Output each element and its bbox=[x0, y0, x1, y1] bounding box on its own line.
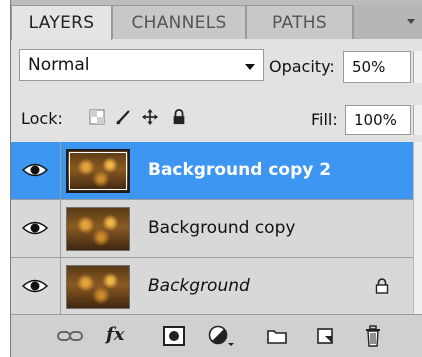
layers-list: Background copy 2 Background copy Backgr… bbox=[11, 142, 422, 316]
eye-icon bbox=[22, 221, 48, 235]
layer-name: Background copy bbox=[148, 218, 296, 238]
layer-mask-icon[interactable] bbox=[163, 326, 185, 346]
panel-menu-arrow-icon bbox=[407, 19, 415, 24]
eye-icon bbox=[22, 163, 48, 177]
layer-thumbnail bbox=[66, 265, 130, 309]
trash-icon[interactable] bbox=[365, 325, 381, 347]
fx-icon[interactable]: fx bbox=[106, 324, 124, 345]
tab-paths[interactable]: PATHS bbox=[246, 5, 353, 39]
visibility-toggle[interactable] bbox=[11, 258, 61, 315]
layer-thumbnail bbox=[66, 149, 130, 193]
lock-label: Lock: bbox=[21, 109, 63, 128]
layers-scrollbar[interactable] bbox=[413, 142, 422, 314]
panel-menu-button[interactable] bbox=[353, 5, 422, 39]
visibility-toggle[interactable] bbox=[11, 200, 61, 257]
opacity-label: Opacity: bbox=[269, 57, 335, 76]
fill-label: Fill: bbox=[311, 110, 338, 129]
layer-thumbnail bbox=[66, 207, 130, 251]
layer-name: Background bbox=[148, 276, 250, 296]
layer-row-background-copy-2[interactable]: Background copy 2 bbox=[11, 142, 422, 200]
lock-row: Lock: Fill: 100% bbox=[11, 92, 422, 143]
layer-row-background-copy[interactable]: Background copy bbox=[11, 200, 422, 258]
chevron-down-icon bbox=[245, 64, 255, 70]
panel-tabs: LAYERS CHANNELS PATHS bbox=[11, 0, 422, 40]
layers-toolbar: fx bbox=[11, 314, 422, 357]
fill-slider-toggle[interactable] bbox=[413, 105, 422, 135]
layers-panel: LAYERS CHANNELS PATHS Normal Opacity: 50… bbox=[10, 0, 422, 357]
opacity-input[interactable]: 50% bbox=[343, 51, 411, 83]
blend-row: Normal Opacity: 50% bbox=[11, 39, 422, 93]
opacity-slider-toggle[interactable] bbox=[413, 51, 422, 83]
new-group-icon[interactable] bbox=[267, 328, 287, 344]
lock-position-icon[interactable] bbox=[142, 109, 158, 125]
fill-input[interactable]: 100% bbox=[345, 105, 411, 135]
visibility-toggle[interactable] bbox=[11, 142, 61, 199]
layer-name: Background copy 2 bbox=[148, 160, 332, 180]
link-layers-icon[interactable] bbox=[57, 329, 83, 343]
lock-all-icon[interactable] bbox=[171, 109, 187, 125]
tab-layers[interactable]: LAYERS bbox=[11, 5, 112, 40]
lock-image-icon[interactable] bbox=[115, 109, 131, 125]
tab-channels[interactable]: CHANNELS bbox=[112, 5, 246, 39]
adjustment-layer-icon[interactable] bbox=[208, 325, 234, 347]
layer-row-background[interactable]: Background bbox=[11, 258, 422, 316]
new-layer-icon[interactable] bbox=[316, 327, 334, 345]
lock-transparent-icon[interactable] bbox=[89, 109, 105, 125]
layer-lock-icon bbox=[375, 278, 389, 294]
blend-mode-select[interactable]: Normal bbox=[19, 49, 264, 81]
eye-icon bbox=[22, 279, 48, 293]
blend-mode-value: Normal bbox=[28, 55, 90, 75]
